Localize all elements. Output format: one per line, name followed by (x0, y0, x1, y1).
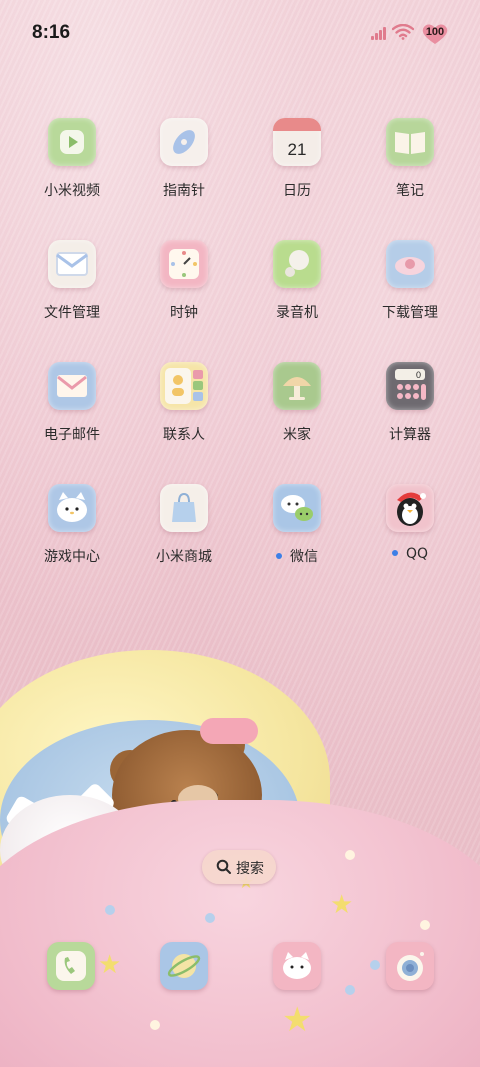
app-clock[interactable]: 时钟 (129, 240, 239, 322)
calendar-icon: 21 (273, 118, 321, 166)
app-compass[interactable]: 指南针 (129, 118, 239, 200)
signal-icon (371, 26, 387, 40)
search-icon (216, 859, 231, 874)
app-label: 日历 (283, 183, 311, 199)
phone-icon (56, 951, 86, 981)
sleep-mask (200, 718, 258, 744)
app-label: 微信 (242, 546, 352, 566)
star-decoration: ★ (98, 950, 122, 980)
dock-camera[interactable] (386, 942, 434, 990)
app-mi-video[interactable]: 小米视频 (17, 118, 127, 200)
app-label: 米家 (283, 427, 311, 443)
app-label: 指南针 (163, 183, 205, 199)
clock-icon (160, 240, 208, 288)
app-label: 游戏中心 (44, 549, 100, 565)
search-button[interactable]: 搜索 (202, 850, 276, 884)
calendar-day: 21 (288, 140, 307, 159)
app-label: 小米商城 (156, 549, 212, 565)
app-label: 计算器 (389, 427, 431, 443)
star-decoration: ★ (330, 890, 354, 920)
pom-decoration (345, 850, 355, 860)
app-recorder[interactable]: 录音机 (242, 240, 352, 322)
app-contacts[interactable]: 联系人 (129, 362, 239, 444)
app-label: 下载管理 (382, 305, 438, 321)
app-label: 笔记 (396, 183, 424, 199)
dock-phone[interactable] (47, 942, 95, 990)
battery-level: 100 (425, 26, 445, 38)
battery-icon: 100 (421, 23, 449, 45)
app-email[interactable]: 电子邮件 (17, 362, 127, 444)
status-time: 8:16 (32, 22, 71, 43)
calculator-display: 0 (416, 370, 421, 380)
pom-decoration (345, 985, 355, 995)
app-label: 小米视频 (44, 183, 100, 199)
app-mi-store[interactable]: 小米商城 (129, 484, 239, 566)
mushroom-lamp-icon (273, 362, 321, 410)
notes-book-icon (386, 118, 434, 166)
status-bar: 8:16 100 (0, 0, 480, 64)
cat-face-icon (48, 484, 96, 532)
dock-messages[interactable] (273, 942, 321, 990)
app-mijia[interactable]: 米家 (242, 362, 352, 444)
app-game-center[interactable]: 游戏中心 (17, 484, 127, 566)
camera-icon (397, 952, 424, 981)
star-decoration: ★ (282, 1000, 313, 1040)
search-label: 搜索 (236, 861, 264, 877)
app-label: 时钟 (170, 305, 198, 321)
contacts-icon (160, 362, 208, 410)
pom-decoration (150, 1020, 160, 1030)
pink-blanket (0, 800, 480, 1067)
pom-decoration (105, 905, 115, 915)
messages-cat-icon (283, 952, 311, 979)
app-download-manager[interactable]: 下载管理 (355, 240, 465, 322)
app-label: 录音机 (276, 305, 318, 321)
app-label-text: QQ (405, 546, 429, 562)
app-calendar[interactable]: 21 日历 (242, 118, 352, 200)
pom-decoration (420, 920, 430, 930)
app-label: 电子邮件 (44, 427, 100, 443)
app-notes[interactable]: 笔记 (355, 118, 465, 200)
recorder-icon (273, 240, 321, 288)
file-envelope-icon (48, 240, 96, 288)
notification-dot (391, 550, 398, 556)
app-calculator[interactable]: 0 计算器 (355, 362, 465, 444)
pom-decoration (205, 913, 215, 923)
shopping-bag-icon (160, 484, 208, 532)
app-wechat[interactable]: 微信 (242, 484, 352, 566)
qq-penguin-icon (386, 484, 434, 532)
compass-icon (160, 118, 208, 166)
app-label: 文件管理 (44, 305, 100, 321)
pom-decoration (370, 960, 380, 970)
notification-dot (276, 553, 282, 559)
app-label-text: 微信 (290, 549, 318, 565)
app-label: QQ (355, 546, 465, 562)
mail-icon (48, 362, 96, 410)
browser-planet-icon (167, 954, 201, 978)
download-cloud-icon (386, 240, 434, 288)
dock-browser[interactable] (160, 942, 208, 990)
calculator-icon: 0 (386, 362, 434, 410)
wifi-icon (391, 23, 415, 44)
video-play-icon (48, 118, 96, 166)
app-qq[interactable]: QQ (355, 484, 465, 562)
wechat-icon (273, 484, 321, 532)
app-label: 联系人 (163, 427, 205, 443)
app-file-manager[interactable]: 文件管理 (17, 240, 127, 322)
